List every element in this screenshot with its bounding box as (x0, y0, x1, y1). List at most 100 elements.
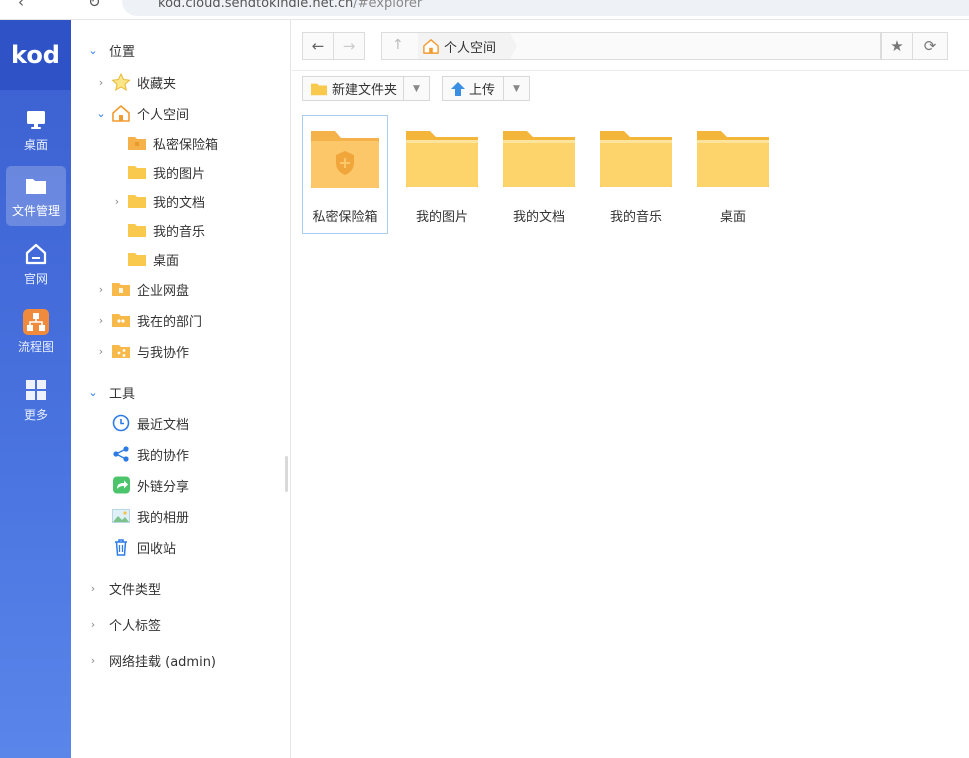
browser-toolbar: ‹ ↻ kod.cloud.sendtokindle.net.cn/#explo… (0, 0, 969, 20)
app-rail: kod 桌面 文件管理 官网 流程图 更多 (0, 20, 71, 758)
monitor-icon (27, 111, 45, 129)
tree-item-shared-with-me[interactable]: › 与我协作 (95, 339, 189, 363)
section-network-mount[interactable]: › 网络挂载 (admin) (87, 648, 216, 672)
address-bar[interactable]: kod.cloud.sendtokindle.net.cn/#explorer (122, 0, 969, 16)
flowchart-icon (23, 309, 49, 335)
rail-item-more[interactable]: 更多 (6, 370, 66, 430)
new-folder-button[interactable]: 新建文件夹 ▼ (302, 76, 430, 101)
tree-label: 最近文档 (137, 417, 190, 433)
rail-item-website[interactable]: 官网 (6, 234, 66, 294)
chevron-right-icon[interactable]: › (95, 283, 107, 296)
forward-button[interactable]: → (333, 32, 365, 60)
breadcrumb-label: 个人空间 (444, 40, 497, 56)
folder-icon (128, 224, 146, 237)
tree-label: 我的音乐 (153, 224, 206, 240)
tree-item-my-documents[interactable]: › 我的文档 (111, 189, 205, 213)
upload-label: 上传 (469, 83, 496, 98)
tree-item-vault[interactable]: 私密保险箱 (111, 131, 218, 155)
section-label: 工具 (109, 386, 136, 402)
tree-item-desktop[interactable]: 桌面 (111, 247, 179, 271)
tree-item-external-share[interactable]: 外链分享 (107, 473, 189, 497)
rail-item-label: 流程图 (17, 340, 54, 354)
tree-item-favorites[interactable]: › 收藏夹 (95, 70, 176, 94)
rail-item-desktop[interactable]: 桌面 (6, 100, 66, 160)
rail-item-flowchart[interactable]: 流程图 (6, 302, 66, 362)
rail-item-label: 桌面 (23, 138, 48, 152)
photo-icon (112, 509, 130, 523)
file-item-my-documents[interactable]: 我的文档 (496, 115, 582, 234)
chevron-right-icon[interactable]: › (95, 345, 107, 358)
star-icon (111, 73, 131, 91)
section-label: 文件类型 (109, 582, 162, 598)
tree-item-my-music[interactable]: 我的音乐 (111, 218, 205, 242)
trash-icon (115, 539, 127, 556)
tree-item-my-department[interactable]: › 我在的部门 (95, 308, 202, 332)
home-icon (112, 105, 130, 122)
tree-label: 企业网盘 (137, 283, 190, 299)
refresh-button[interactable]: ⟳ (912, 32, 948, 60)
share-folder-icon (112, 345, 130, 358)
sidebar-tree: ⌄ 位置 › 收藏夹 ⌄ 个人空间 私密保险箱 我的图片 › 我的文档 我的音乐… (71, 20, 291, 758)
file-name: 私密保险箱 (312, 210, 378, 225)
kod-logo[interactable]: kod (0, 20, 71, 90)
browser-back-icon[interactable]: ‹ (18, 0, 24, 11)
section-label: 个人标签 (109, 618, 162, 634)
refresh-icon: ⟳ (923, 37, 937, 55)
tree-label: 私密保险箱 (153, 137, 219, 153)
arrow-left-icon: ← (311, 37, 325, 55)
rail-item-file-manager[interactable]: 文件管理 (6, 166, 66, 226)
address-text: kod.cloud.sendtokindle.net.cn/#explorer (158, 0, 423, 11)
folder-icon (697, 131, 769, 187)
upload-button[interactable]: 上传 ▼ (442, 76, 530, 101)
vault-folder-icon (128, 137, 146, 150)
chevron-down-icon[interactable]: ⌄ (87, 44, 99, 57)
breadcrumb[interactable]: ↑ 个人空间 (381, 32, 881, 60)
chevron-right-icon[interactable]: › (95, 314, 107, 327)
rail-item-label: 官网 (23, 272, 48, 286)
chevron-right-icon[interactable]: › (87, 582, 99, 595)
tree-label: 个人空间 (137, 107, 190, 123)
file-item-desktop[interactable]: 桌面 (690, 115, 776, 234)
browser-reload-icon[interactable]: ↻ (88, 0, 101, 11)
chevron-right-icon[interactable]: › (87, 618, 99, 631)
chevron-right-icon[interactable]: › (95, 76, 107, 89)
section-personal-tags[interactable]: › 个人标签 (87, 612, 161, 636)
file-name: 我的文档 (512, 210, 565, 225)
tree-label: 收藏夹 (137, 76, 177, 92)
tree-item-my-pictures[interactable]: 我的图片 (111, 160, 205, 184)
breadcrumb-item[interactable]: 个人空间 (418, 33, 518, 59)
tree-label: 我在的部门 (137, 314, 203, 330)
new-folder-dropdown[interactable]: ▼ (403, 77, 429, 100)
header-divider (292, 70, 969, 71)
tree-item-enterprise-disk[interactable]: › 企业网盘 (95, 277, 189, 301)
tree-label: 我的图片 (153, 166, 206, 182)
chevron-down-icon[interactable]: ⌄ (95, 107, 107, 120)
chevron-down-icon[interactable]: ⌄ (87, 386, 99, 399)
file-item-my-music[interactable]: 我的音乐 (593, 115, 679, 234)
sidebar-resize-handle[interactable] (285, 456, 288, 492)
tree-item-recycle-bin[interactable]: 回收站 (107, 535, 176, 559)
department-folder-icon (112, 314, 130, 327)
file-item-vault[interactable]: 私密保险箱 (302, 115, 388, 234)
upload-dropdown[interactable]: ▼ (503, 77, 529, 100)
tree-item-recent-docs[interactable]: 最近文档 (107, 411, 189, 435)
tree-label: 我的文档 (153, 195, 206, 211)
tree-label: 与我协作 (137, 345, 190, 361)
favorite-button[interactable]: ★ (881, 32, 913, 60)
chevron-right-icon[interactable]: › (87, 654, 99, 667)
path-bar: ← → ↑ 个人空间 ★ ⟳ (302, 32, 949, 62)
tree-item-personal-space[interactable]: ⌄ 个人空间 (95, 101, 189, 125)
chevron-right-icon[interactable]: › (111, 195, 123, 208)
file-name: 我的图片 (415, 210, 468, 225)
back-button[interactable]: ← (302, 32, 334, 60)
home-icon (423, 39, 439, 54)
section-tools[interactable]: ⌄ 工具 (87, 380, 135, 404)
tree-item-my-collab[interactable]: 我的协作 (107, 442, 189, 466)
grid-icon (26, 380, 46, 400)
tree-label: 我的相册 (137, 510, 190, 526)
file-item-my-pictures[interactable]: 我的图片 (399, 115, 485, 234)
section-location[interactable]: ⌄ 位置 (87, 38, 135, 62)
section-file-types[interactable]: › 文件类型 (87, 576, 161, 600)
arrow-up-icon[interactable]: ↑ (392, 37, 404, 53)
tree-item-my-album[interactable]: 我的相册 (107, 504, 189, 528)
